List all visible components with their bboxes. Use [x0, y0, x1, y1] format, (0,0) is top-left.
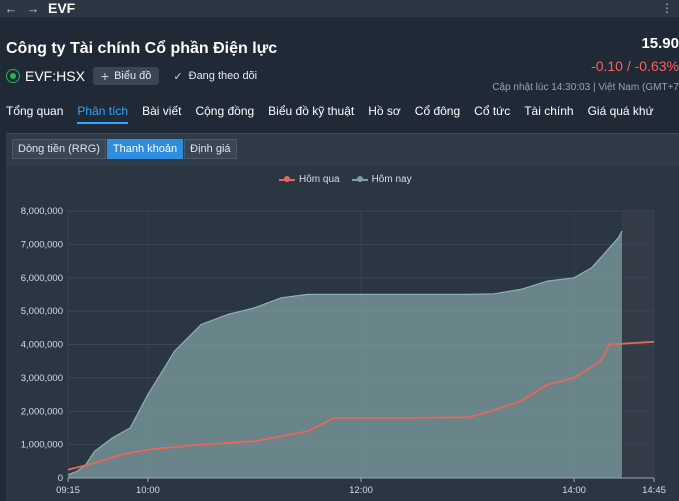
y-tick-label: 2,000,000 — [21, 406, 63, 417]
follow-label: Đang theo dõi — [188, 70, 258, 82]
x-tick-label: 10:00 — [136, 485, 160, 496]
company-name: Công ty Tài chính Cổ phần Điện lực — [6, 40, 278, 57]
tab-profile[interactable]: Hồ sơ — [368, 104, 401, 124]
tab-articles[interactable]: Bài viết — [142, 104, 181, 124]
tab-overview[interactable]: Tổng quan — [6, 104, 63, 124]
future-region — [622, 211, 654, 478]
chart-svg: 0 1,000,000 2,000,000 3,000,000 4,000,000 5,0… — [21, 206, 666, 496]
y-tick-label: 1,000,000 — [21, 440, 63, 451]
x-tick-label: 14:00 — [562, 485, 586, 496]
check-icon: ✓ — [173, 70, 183, 83]
tab-dividends[interactable]: Cổ tức — [474, 104, 510, 124]
tab-analysis[interactable]: Phân tích — [77, 104, 129, 124]
tab-shareholders[interactable]: Cổ đông — [415, 104, 460, 124]
exchange-code: EVF:HSX — [25, 68, 85, 84]
x-tick-label: 12:00 — [349, 485, 373, 496]
tab-technical-chart[interactable]: Biểu đồ kỹ thuật — [268, 104, 354, 124]
legend-swatch-yesterday — [279, 175, 295, 182]
chart-legend: Hôm qua Hôm nay — [279, 174, 424, 185]
legend-label-today: Hôm nay — [371, 174, 412, 185]
chart-button[interactable]: + Biểu đồ — [92, 67, 160, 85]
tab-financials[interactable]: Tài chính — [524, 104, 573, 124]
tab-price-history[interactable]: Giá quá khứ — [588, 104, 654, 124]
y-tick-label: 7,000,000 — [21, 239, 63, 250]
analysis-panel: Dòng tiền (RRG) Thanh khoản Định giá 0 1,… — [6, 133, 679, 501]
tab-community[interactable]: Cộng đồng — [195, 104, 254, 124]
subtab-money-flow[interactable]: Dòng tiền (RRG) — [12, 139, 106, 159]
arrow-right-icon[interactable]: → — [22, 0, 44, 17]
top-bar: ← → EVF ⋮ — [0, 0, 679, 17]
main-tabs: Tổng quan Phân tích Bài viết Cộng đồng B… — [6, 104, 668, 124]
plus-icon: + — [100, 68, 110, 84]
y-tick-label: 4,000,000 — [21, 340, 63, 351]
y-tick-label: 8,000,000 — [21, 206, 63, 217]
x-tick-label: 09:15 — [56, 485, 80, 496]
subtab-valuation[interactable]: Định giá — [184, 139, 237, 159]
price: 15.90 — [641, 35, 679, 52]
sub-tabs: Dòng tiền (RRG) Thanh khoản Định giá — [12, 139, 238, 159]
y-tick-label: 5,000,000 — [21, 306, 63, 317]
legend-item-yesterday[interactable]: Hôm qua — [279, 174, 340, 185]
y-tick-label: 6,000,000 — [21, 273, 63, 284]
legend-label-yesterday: Hôm qua — [299, 174, 340, 185]
x-tick-label: 14:45 — [642, 485, 666, 496]
more-icon[interactable]: ⋮ — [661, 0, 673, 17]
liquidity-chart: 0 1,000,000 2,000,000 3,000,000 4,000,000 5,0… — [6, 166, 679, 501]
status-icon — [6, 69, 20, 83]
legend-swatch-today — [351, 175, 368, 182]
y-tick-label: 0 — [58, 473, 63, 484]
legend-item-today[interactable]: Hôm nay — [351, 174, 412, 185]
series-area-today — [68, 231, 622, 478]
chart-button-label: Biểu đồ — [114, 70, 152, 82]
subtab-liquidity[interactable]: Thanh khoản — [106, 139, 184, 159]
updated-time: Cập nhật lúc 14:30:03 | Việt Nam (GMT+7 — [492, 82, 679, 93]
y-tick-label: 3,000,000 — [21, 373, 63, 384]
arrow-left-icon[interactable]: ← — [0, 0, 22, 17]
price-change: -0.10 / -0.63% — [591, 58, 679, 74]
stock-meta-row: EVF:HSX + Biểu đồ ✓ Đang theo dõi — [6, 67, 257, 85]
ticker-title: EVF — [48, 0, 76, 16]
follow-toggle[interactable]: ✓ Đang theo dõi — [173, 70, 257, 83]
